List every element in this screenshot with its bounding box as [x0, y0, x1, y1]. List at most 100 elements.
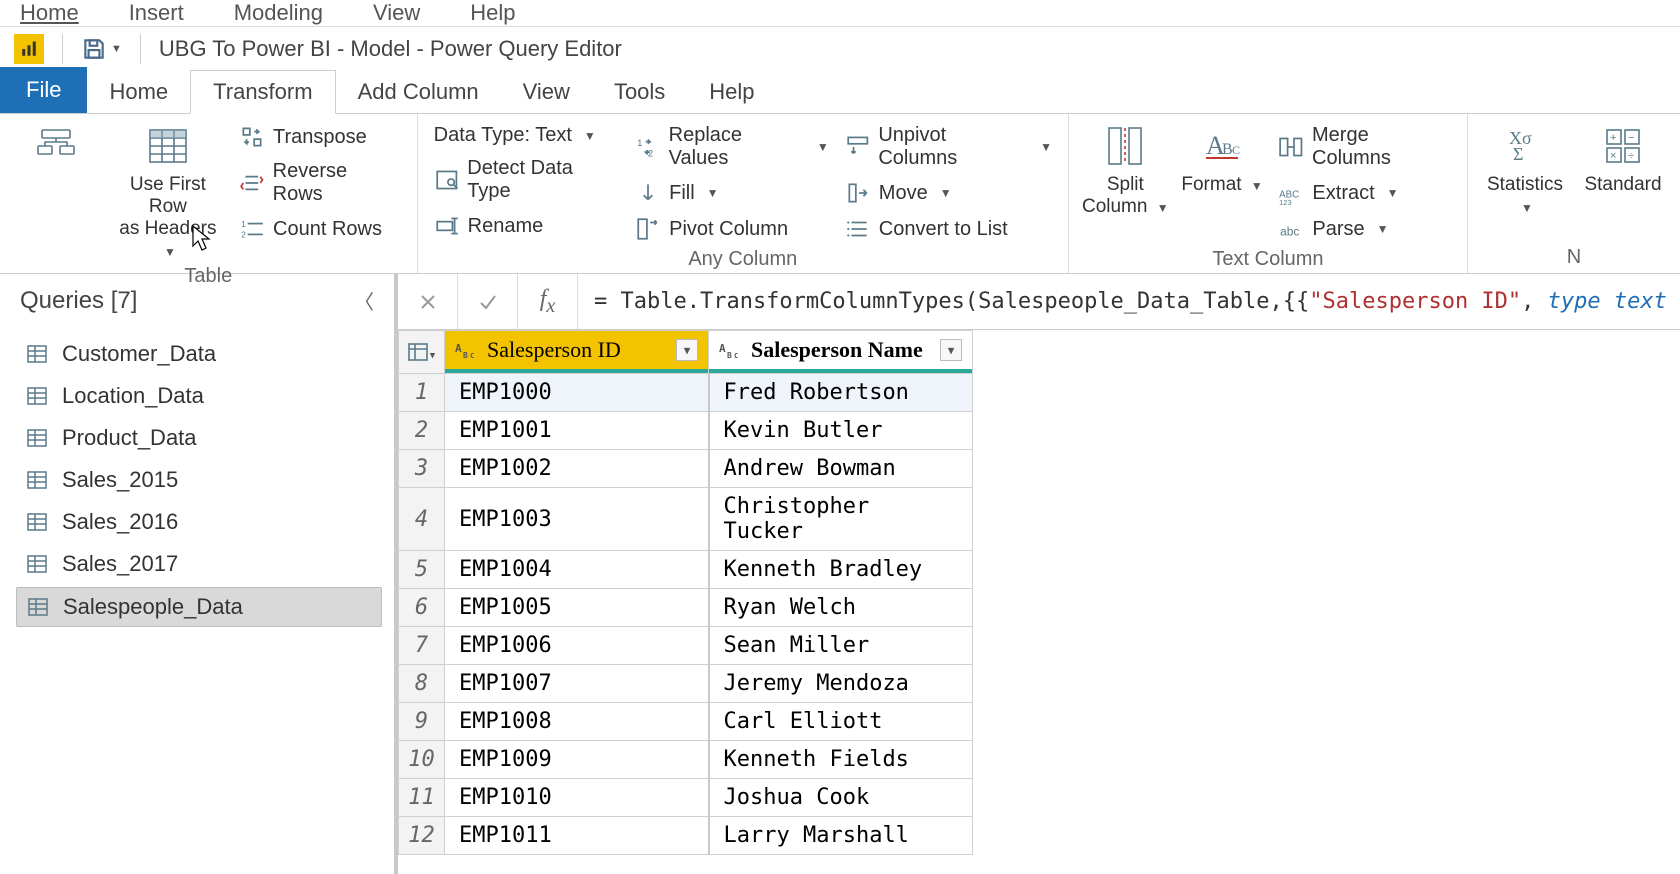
cell[interactable]: EMP1011: [445, 817, 709, 855]
row-number: 6: [399, 589, 445, 627]
formula-fx-button[interactable]: fx: [518, 274, 578, 329]
table-row[interactable]: 7EMP1006Sean Miller: [399, 627, 973, 665]
cell[interactable]: EMP1006: [445, 627, 709, 665]
table-row[interactable]: 10EMP1009Kenneth Fields: [399, 741, 973, 779]
formula-cancel-button[interactable]: [398, 274, 458, 329]
tab-add-column[interactable]: Add Column: [336, 71, 501, 113]
transpose-button[interactable]: Transpose: [235, 122, 405, 152]
extract-button[interactable]: ABC123Extract▼: [1274, 178, 1455, 208]
query-item[interactable]: Customer_Data: [16, 335, 382, 373]
column-header-salesperson-name[interactable]: ABC Salesperson Name ▼: [709, 331, 972, 373]
table-row[interactable]: 9EMP1008Carl Elliott: [399, 703, 973, 741]
cell[interactable]: EMP1005: [445, 589, 709, 627]
table-row[interactable]: 4EMP1003Christopher Tucker: [399, 488, 973, 551]
table-row[interactable]: 11EMP1010Joshua Cook: [399, 779, 973, 817]
table-icon: [26, 469, 48, 491]
app-menu-modeling[interactable]: Modeling: [234, 0, 323, 26]
cell[interactable]: Fred Robertson: [709, 374, 973, 412]
group-by-button[interactable]: [12, 120, 101, 174]
cell[interactable]: EMP1010: [445, 779, 709, 817]
fill-button[interactable]: Fill▼: [631, 178, 833, 208]
app-menu-home[interactable]: Home: [20, 0, 79, 26]
data-type-dropdown[interactable]: Data Type: Text▼: [430, 122, 623, 149]
app-menu-insert[interactable]: Insert: [129, 0, 184, 26]
text-type-icon: ABC: [455, 340, 479, 360]
transpose-icon: [239, 124, 265, 150]
query-item[interactable]: Salespeople_Data: [16, 587, 382, 627]
query-list: Customer_Data Location_Data Product_Data Sa…: [0, 327, 394, 635]
cell[interactable]: EMP1008: [445, 703, 709, 741]
cell[interactable]: Kevin Butler: [709, 412, 973, 450]
cell[interactable]: Kenneth Fields: [709, 741, 973, 779]
queries-panel: Queries [7] 〈 Customer_DataLocation_Data…: [0, 274, 398, 874]
query-item[interactable]: Location_Data: [16, 377, 382, 415]
detect-data-type-button[interactable]: Detect Data Type: [430, 155, 623, 205]
cell[interactable]: Andrew Bowman: [709, 450, 973, 488]
cell[interactable]: Christopher Tucker: [709, 488, 973, 551]
table-row[interactable]: 6EMP1005Ryan Welch: [399, 589, 973, 627]
replace-values-button[interactable]: 12Replace Values▼: [631, 122, 833, 172]
collapse-panel-button[interactable]: 〈: [354, 286, 374, 315]
statistics-icon: XσΣ: [1503, 124, 1547, 168]
tab-view[interactable]: View: [501, 71, 592, 113]
merge-columns-button[interactable]: Merge Columns: [1274, 122, 1455, 172]
column-header-salesperson-id[interactable]: ABC Salesperson ID ▼: [445, 331, 708, 373]
ribbon-group-table: Use First Rowas Headers ▼ Transpose Reve…: [0, 114, 418, 273]
table-row[interactable]: 2EMP1001Kevin Butler: [399, 412, 973, 450]
tab-help[interactable]: Help: [687, 71, 776, 113]
cell[interactable]: Joshua Cook: [709, 779, 973, 817]
use-first-row-headers-button[interactable]: Use First Rowas Headers ▼: [109, 120, 227, 261]
table-row[interactable]: 8EMP1007Jeremy Mendoza: [399, 665, 973, 703]
query-item[interactable]: Sales_2015: [16, 461, 382, 499]
cell[interactable]: EMP1002: [445, 450, 709, 488]
save-button[interactable]: ▼: [81, 36, 122, 62]
cell[interactable]: Jeremy Mendoza: [709, 665, 973, 703]
table-row[interactable]: 5EMP1004Kenneth Bradley: [399, 551, 973, 589]
query-item[interactable]: Sales_2016: [16, 503, 382, 541]
cell[interactable]: Carl Elliott: [709, 703, 973, 741]
cell[interactable]: Kenneth Bradley: [709, 551, 973, 589]
column-filter-button[interactable]: ▼: [940, 339, 962, 361]
pivot-column-button[interactable]: Pivot Column: [631, 214, 833, 244]
table-row[interactable]: 1EMP1000Fred Robertson: [399, 374, 973, 412]
unpivot-columns-button[interactable]: Unpivot Columns▼: [841, 122, 1056, 172]
tab-transform[interactable]: Transform: [190, 70, 335, 114]
cell[interactable]: EMP1001: [445, 412, 709, 450]
standard-button[interactable]: +−×÷ Standard: [1578, 120, 1668, 196]
cell[interactable]: Ryan Welch: [709, 589, 973, 627]
svg-text:+: +: [1610, 132, 1616, 144]
move-button[interactable]: Move▼: [841, 178, 1056, 208]
formula-commit-button[interactable]: [458, 274, 518, 329]
column-filter-button[interactable]: ▼: [676, 339, 698, 361]
cell[interactable]: EMP1000: [445, 374, 709, 412]
query-item[interactable]: Sales_2017: [16, 545, 382, 583]
cell[interactable]: EMP1009: [445, 741, 709, 779]
query-item[interactable]: Product_Data: [16, 419, 382, 457]
split-column-button[interactable]: SplitColumn ▼: [1081, 120, 1170, 218]
tab-home[interactable]: Home: [87, 71, 190, 113]
cell[interactable]: EMP1004: [445, 551, 709, 589]
app-menu: Home Insert Modeling View Help: [0, 0, 1680, 26]
convert-to-list-button[interactable]: Convert to List: [841, 214, 1056, 244]
svg-text:B: B: [727, 351, 732, 360]
table-row[interactable]: 3EMP1002Andrew Bowman: [399, 450, 973, 488]
cell[interactable]: EMP1007: [445, 665, 709, 703]
table-row[interactable]: 12EMP1011Larry Marshall: [399, 817, 973, 855]
app-menu-view[interactable]: View: [373, 0, 420, 26]
format-button[interactable]: ABC Format ▼: [1178, 120, 1267, 196]
formula-input[interactable]: = Table.TransformColumnTypes(Salespeople…: [578, 289, 1680, 314]
tab-file[interactable]: File: [0, 67, 87, 113]
chevron-down-icon: ▼: [164, 245, 176, 259]
cell[interactable]: Sean Miller: [709, 627, 973, 665]
cell[interactable]: Larry Marshall: [709, 817, 973, 855]
table-headers-icon: [146, 124, 190, 168]
cell[interactable]: EMP1003: [445, 488, 709, 551]
statistics-button[interactable]: XσΣ Statistics ▼: [1480, 120, 1570, 218]
tab-tools[interactable]: Tools: [592, 71, 687, 113]
table-menu-button[interactable]: ▼: [399, 331, 445, 374]
rename-button[interactable]: Rename: [430, 211, 623, 241]
parse-button[interactable]: abcParse▼: [1274, 214, 1455, 244]
reverse-rows-button[interactable]: Reverse Rows: [235, 158, 405, 208]
count-rows-button[interactable]: 12Count Rows: [235, 214, 405, 244]
app-menu-help[interactable]: Help: [470, 0, 515, 26]
